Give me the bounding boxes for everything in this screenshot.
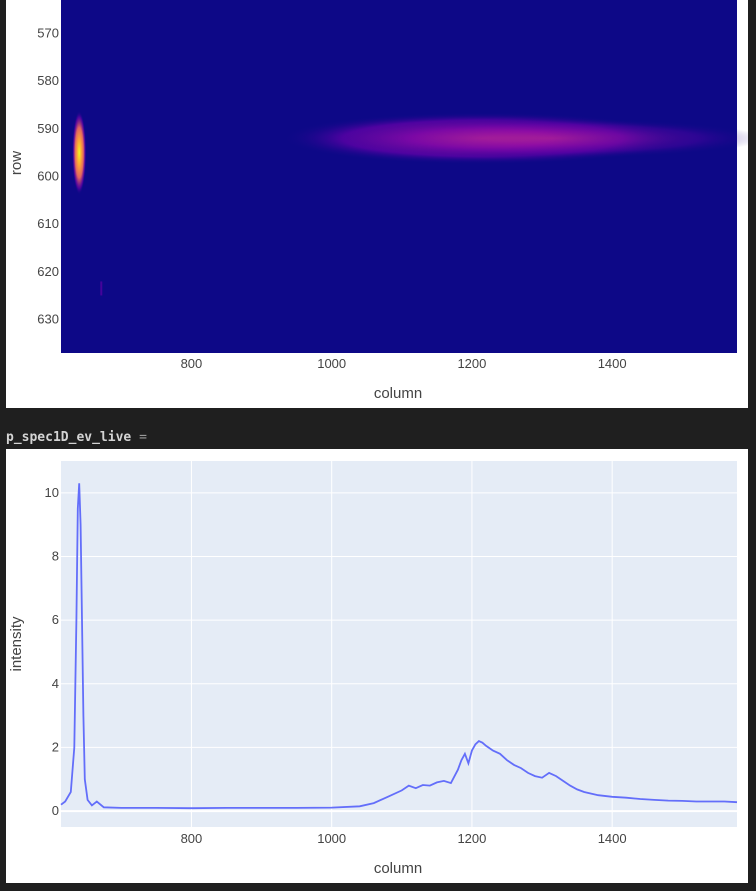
line-x-tick-label: 1000	[317, 831, 346, 846]
heatmap-y-tick-label: 630	[37, 312, 59, 327]
heatmap-background	[61, 0, 737, 353]
heatmap-x-ticks: 800 1000 1200 1400	[181, 356, 627, 371]
heatmap-x-tick-label: 800	[181, 356, 203, 371]
line-y-tick-label: 6	[52, 612, 59, 627]
line-figure: 800 1000 1200 1400 0 2 4 6 8 10 column intensity	[6, 449, 748, 883]
line-y-ticks: 0 2 4 6 8 10	[45, 485, 59, 818]
heatmap-chart[interactable]: 800 1000 1200 1400 570 580 590 600 610 620 630 co…	[6, 0, 748, 408]
heatmap-y-tick-label: 570	[37, 25, 59, 40]
heatmap-x-tick-label: 1200	[457, 356, 486, 371]
line-plot-background	[61, 461, 737, 827]
heatmap-y-ticks: 570 580 590 600 610 620 630	[37, 25, 59, 326]
line-y-tick-label: 2	[52, 739, 59, 754]
heatmap-y-tick-label: 580	[37, 73, 59, 88]
notebook-code-line: p_spec1D_ev_live =	[6, 428, 147, 448]
line-y-tick-label: 8	[52, 548, 59, 563]
line-y-tick-label: 4	[52, 676, 59, 691]
line-x-axis-title: column	[374, 860, 422, 877]
variable-name: p_spec1D_ev_live	[6, 430, 132, 445]
line-y-tick-label: 10	[45, 485, 59, 500]
heatmap-streak	[100, 281, 103, 296]
heatmap-y-tick-label: 590	[37, 121, 59, 136]
line-x-ticks: 800 1000 1200 1400	[181, 831, 627, 846]
heatmap-y-axis-title: row	[8, 151, 25, 175]
heatmap-y-tick-label: 620	[37, 264, 59, 279]
heatmap-spot	[72, 110, 87, 195]
heatmap-x-tick-label: 1000	[317, 356, 346, 371]
heatmap-figure: 800 1000 1200 1400 570 580 590 600 610 620 630 co…	[6, 0, 748, 408]
heatmap-x-axis-title: column	[374, 385, 422, 402]
assignment-operator: =	[139, 430, 147, 445]
line-x-tick-label: 800	[181, 831, 203, 846]
line-y-axis-title: intensity	[8, 616, 25, 672]
line-chart[interactable]: 800 1000 1200 1400 0 2 4 6 8 10 column intensity	[6, 449, 748, 883]
heatmap-y-tick-label: 610	[37, 216, 59, 231]
heatmap-x-tick-label: 1400	[598, 356, 627, 371]
line-x-tick-label: 1200	[457, 831, 486, 846]
heatmap-band-tail	[342, 118, 748, 159]
line-x-tick-label: 1400	[598, 831, 627, 846]
heatmap-y-tick-label: 600	[37, 169, 59, 184]
line-y-tick-label: 0	[52, 803, 59, 818]
